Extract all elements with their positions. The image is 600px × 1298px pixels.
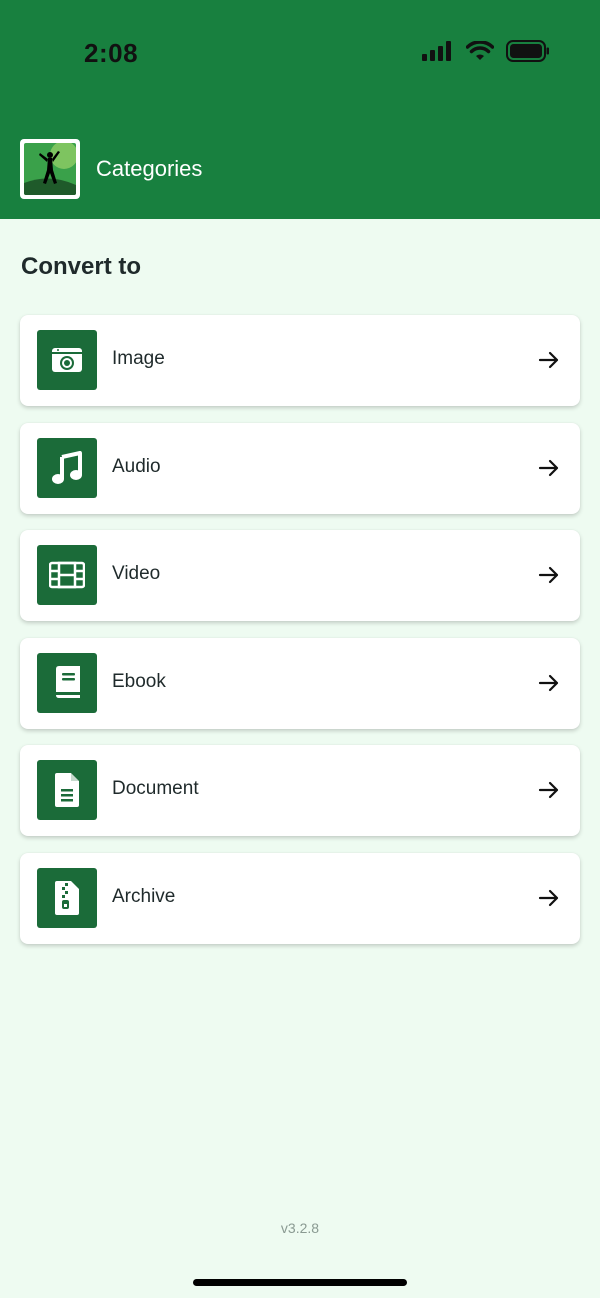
arrow-right-icon	[538, 781, 559, 799]
category-label: Archive	[112, 885, 176, 907]
archive-file-icon	[37, 867, 97, 928]
book-icon	[37, 652, 97, 713]
category-ebook[interactable]: Ebook	[20, 637, 580, 729]
category-video[interactable]: Video	[20, 530, 580, 621]
category-label: Video	[112, 563, 161, 584]
image-icon	[37, 330, 97, 390]
category-document[interactable]: Document	[20, 745, 580, 836]
category-label: Image	[112, 348, 165, 369]
document-icon	[37, 760, 97, 820]
wifi-icon	[466, 41, 494, 60]
category-label: Ebook	[112, 670, 166, 692]
arrow-right-icon	[538, 566, 559, 584]
category-label: Audio	[112, 455, 161, 477]
film-icon	[37, 545, 97, 605]
category-label: Document	[112, 778, 199, 799]
page-title: Categories	[96, 156, 203, 181]
arrow-right-icon	[538, 674, 559, 691]
app-logo	[20, 139, 80, 199]
screen: 2:08 Categories Convert to Image Audio V…	[0, 0, 600, 1298]
arrow-right-icon	[538, 459, 559, 476]
signal-icon	[422, 41, 451, 61]
category-archive[interactable]: Archive	[20, 852, 580, 944]
category-audio[interactable]: Audio	[20, 422, 580, 514]
category-list: Image Audio Video Ebook Document Archive	[20, 315, 580, 960]
home-indicator[interactable]	[193, 1279, 407, 1286]
arrow-right-icon	[538, 889, 559, 906]
section-title: Convert to	[21, 253, 141, 280]
arrow-right-icon	[538, 351, 559, 369]
status-time: 2:08	[84, 38, 139, 68]
version-label: v3.2.8	[280, 1220, 320, 1236]
category-image[interactable]: Image	[20, 315, 580, 406]
app-bar: 2:08 Categories	[0, 0, 600, 219]
app-logo-icon	[24, 143, 76, 195]
status-icons	[422, 40, 550, 62]
music-note-icon	[37, 437, 97, 498]
battery-icon	[506, 40, 549, 62]
